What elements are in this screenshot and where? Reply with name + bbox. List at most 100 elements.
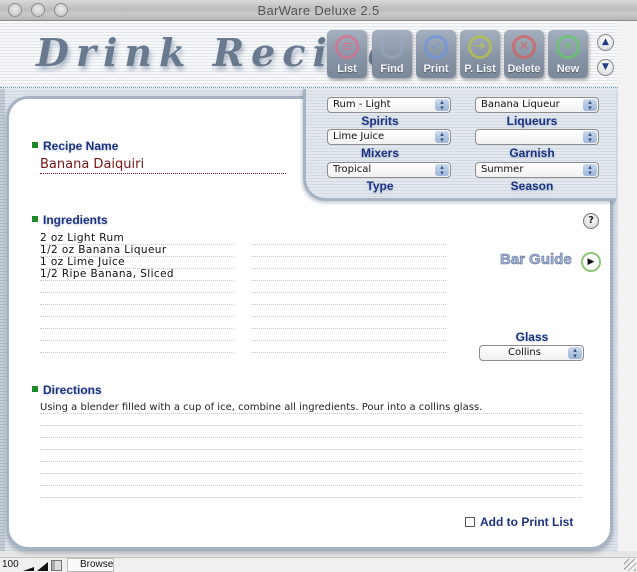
type-value: Tropical	[333, 164, 372, 175]
ingredient-line[interactable]	[40, 329, 234, 341]
toolbar-button-label: P. List	[464, 63, 496, 75]
next-record-button[interactable]: ▼	[597, 59, 614, 76]
directions-label: Directions	[43, 383, 102, 397]
ingredients-column-right	[252, 233, 446, 353]
ingredient-line[interactable]	[40, 341, 234, 353]
directions-line[interactable]	[40, 486, 582, 498]
play-icon: ▶	[587, 257, 595, 267]
directions-line[interactable]	[40, 450, 582, 462]
resize-grip-icon[interactable]	[624, 559, 636, 571]
zoom-out-icon[interactable]	[23, 560, 34, 571]
toolbar-button-label: Delete	[507, 63, 541, 75]
liqueurs-select[interactable]: Banana Liqueur ▴ ▾	[475, 97, 599, 113]
ingredient-line[interactable]	[40, 293, 234, 305]
recipe-name-label: Recipe Name	[43, 139, 119, 153]
delete-button[interactable]: ✕ Delete	[504, 30, 544, 78]
ingredient-line[interactable]	[252, 281, 446, 293]
zoom-in-icon[interactable]	[37, 560, 48, 571]
delete-icon: ✕	[512, 35, 536, 59]
bullet-icon	[32, 216, 38, 222]
stepper-icon: ▴ ▾	[583, 99, 597, 112]
find-button[interactable]: ○ Find	[372, 30, 412, 78]
directions-line[interactable]	[40, 474, 582, 486]
stepper-icon: ▴ ▾	[568, 347, 582, 360]
season-label: Season	[510, 179, 554, 193]
glass-value: Collins	[508, 347, 541, 358]
toolbar-button-label: Find	[380, 63, 404, 75]
ingredient-line[interactable]	[40, 317, 234, 329]
directions-line[interactable]	[40, 426, 582, 438]
print-button[interactable]: ✓ Print	[416, 30, 456, 78]
list-button[interactable]: ≡ List	[327, 30, 367, 78]
garnish-select[interactable]: ▴ ▾	[475, 129, 599, 145]
mode-indicator[interactable]: Browse	[67, 558, 114, 572]
spirits-select[interactable]: Rum - Light ▴ ▾	[327, 97, 451, 113]
spirits-value: Rum - Light	[333, 99, 391, 110]
directions-field[interactable]: Using a blender filled with a cup of ice…	[40, 402, 582, 498]
title-bar: BarWare Deluxe 2.5	[0, 0, 637, 21]
ingredients-column-left: 2 oz Light Rum 1/2 oz Banana Liqueur 1 oz …	[40, 233, 234, 353]
directions-heading: Directions	[32, 383, 102, 397]
ingredient-line[interactable]	[40, 281, 234, 293]
glass-select[interactable]: Collins ▴ ▾	[479, 345, 584, 361]
ingredient-line[interactable]	[252, 329, 446, 341]
window-right-margin	[618, 21, 637, 551]
stepper-icon: ▴ ▾	[435, 164, 449, 177]
garnish-label: Garnish	[509, 146, 555, 160]
previous-record-button[interactable]: ▲	[597, 34, 614, 51]
season-select[interactable]: Summer ▴ ▾	[475, 162, 599, 178]
recipe-name-heading: Recipe Name	[32, 139, 118, 153]
arrow-down-icon: ▼	[602, 62, 609, 72]
mixers-select[interactable]: Lime Juice ▴ ▾	[327, 129, 451, 145]
ingredient-line[interactable]	[252, 305, 446, 317]
recipe-name-field[interactable]: Banana Daiquiri	[40, 157, 286, 174]
ingredient-line[interactable]	[252, 257, 446, 269]
stepper-icon: ▴ ▾	[583, 164, 597, 177]
ingredient-line[interactable]	[252, 293, 446, 305]
toolbar-button-label: List	[337, 63, 357, 75]
p-list-button[interactable]: ➜ P. List	[460, 30, 500, 78]
ingredient-line[interactable]	[252, 317, 446, 329]
directions-line[interactable]	[40, 462, 582, 474]
bar-guide-button[interactable]: ▶	[581, 252, 601, 272]
directions-line[interactable]	[40, 438, 582, 450]
left-edge	[0, 89, 5, 551]
ingredient-line[interactable]	[252, 245, 446, 257]
status-bar: 100 Browse	[0, 557, 637, 572]
print-list-icon: ➜	[468, 35, 492, 59]
question-icon: ?	[588, 215, 594, 226]
ingredient-line[interactable]	[252, 269, 446, 281]
print-icon: ✓	[424, 35, 448, 59]
directions-line[interactable]	[40, 414, 582, 426]
new-button[interactable]: + New	[548, 30, 588, 78]
stepper-icon: ▴ ▾	[583, 131, 597, 144]
list-icon: ≡	[335, 35, 359, 59]
ingredients-heading: Ingredients	[32, 213, 108, 227]
ingredient-line[interactable]	[252, 233, 446, 245]
mixers-label: Mixers	[360, 146, 400, 160]
type-select[interactable]: Tropical ▴ ▾	[327, 162, 451, 178]
arrow-up-icon: ▲	[602, 37, 609, 47]
liqueurs-label: Liqueurs	[506, 114, 558, 128]
toolbar-button-label: New	[556, 63, 580, 75]
window-title: BarWare Deluxe 2.5	[257, 3, 380, 18]
bullet-icon	[32, 386, 38, 392]
add-to-print-list-checkbox[interactable]	[465, 517, 475, 527]
stepper-icon: ▴ ▾	[435, 99, 449, 112]
status-area-toggle-icon[interactable]	[51, 560, 62, 571]
ingredient-line[interactable]	[252, 341, 446, 353]
zoom-level[interactable]: 100	[2, 559, 19, 570]
bullet-icon	[32, 142, 38, 148]
ingredient-line[interactable]	[40, 305, 234, 317]
add-to-print-list-label[interactable]: Add to Print List	[480, 515, 573, 529]
mixers-value: Lime Juice	[333, 131, 385, 142]
glass-label: Glass	[515, 330, 549, 344]
directions-line[interactable]: Using a blender filled with a cup of ice…	[40, 402, 582, 414]
help-button[interactable]: ?	[583, 213, 599, 229]
ingredients-label: Ingredients	[43, 213, 108, 227]
ingredient-line[interactable]: 1/2 Ripe Banana, Sliced	[40, 269, 234, 281]
find-icon: ○	[380, 35, 404, 59]
stepper-icon: ▴ ▾	[435, 131, 449, 144]
liqueurs-value: Banana Liqueur	[481, 99, 560, 110]
bar-guide-link[interactable]: Bar Guide	[500, 251, 572, 269]
